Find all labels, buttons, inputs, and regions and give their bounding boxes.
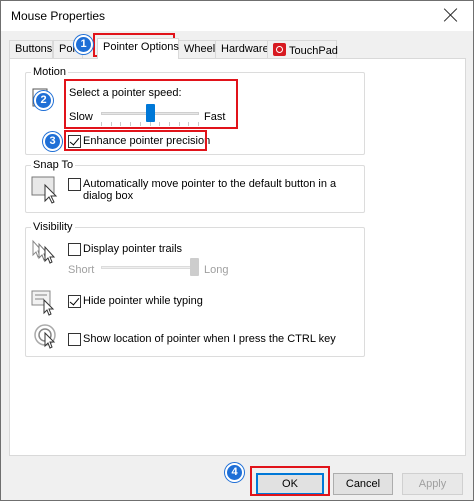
show-location-icon [34,324,56,349]
tab-hardware-label: Hardware [221,43,269,55]
tab-hardware[interactable]: Hardware [215,40,269,58]
tab-pointer-options[interactable]: Pointer Options [97,38,179,59]
highlight-ok-button [250,466,330,496]
annotation-badge-3: 3 [43,132,62,151]
pointer-trails-label: Display pointer trails [83,243,183,255]
tab-buttons-label: Buttons [15,43,53,55]
hide-pointer-checkbox[interactable] [68,295,81,308]
tab-touchpad-label: TouchPad [289,45,338,57]
tab-pointers-label: Poi [59,43,75,55]
highlight-pointer-speed [64,79,238,129]
title-bar: Mouse Properties [1,1,473,31]
tab-wheel-label: Wheel [184,43,216,55]
hide-pointer-label: Hide pointer while typing [83,295,203,307]
window-title: Mouse Properties [11,9,106,23]
pointer-trails-slider-thumb[interactable] [190,258,199,276]
hide-pointer-icon [31,290,55,316]
pointer-trails-icon [32,239,56,264]
snap-to-checkbox[interactable] [68,178,81,191]
tab-wheel[interactable]: Wheel [178,40,216,58]
close-icon[interactable] [443,7,459,23]
apply-button[interactable]: Apply [402,473,463,495]
annotation-badge-4: 4 [225,463,244,482]
pointer-trails-checkbox[interactable] [68,243,81,256]
snap-to-label-line2: dialog box [83,190,134,202]
show-location-label: Show location of pointer when I press th… [83,333,336,345]
visibility-group-label: Visibility [31,221,75,233]
annotation-badge-1: 1 [74,35,93,54]
long-label: Long [204,264,229,276]
pointer-trails-slider[interactable] [101,266,199,269]
annotation-badge-2: 2 [34,91,53,110]
tab-pointer-options-label: Pointer Options [103,41,179,53]
tab-buttons[interactable]: Buttons [9,40,53,58]
touchpad-icon [273,43,286,56]
snap-to-icon [31,176,58,204]
short-label: Short [68,264,95,276]
snap-to-group-label: Snap To [31,159,76,171]
show-location-checkbox[interactable] [68,333,81,346]
motion-group-label: Motion [31,66,69,78]
tab-touchpad[interactable]: TouchPad [267,40,338,58]
snap-to-label-line1: Automatically move pointer to the defaul… [83,178,337,190]
mouse-properties-window: Mouse Properties Buttons Poi Pointer Opt… [0,0,474,501]
highlight-enhance-precision [64,130,207,151]
cancel-button[interactable]: Cancel [333,473,393,495]
